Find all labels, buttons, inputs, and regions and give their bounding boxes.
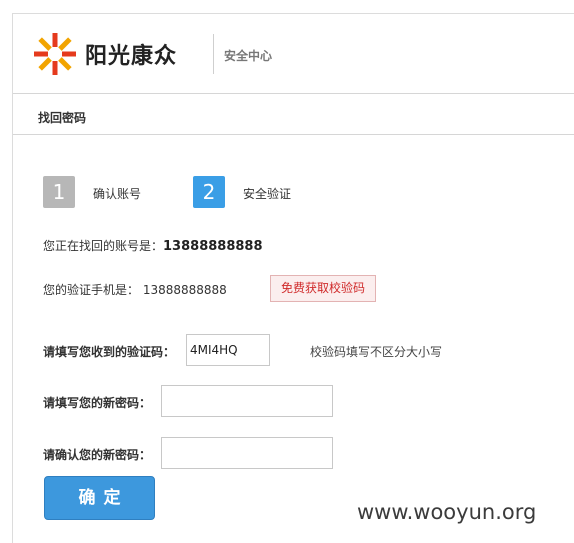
code-hint: 校验码填写不区分大小写: [310, 345, 443, 359]
get-sms-code-button[interactable]: 免费获取校验码: [270, 275, 376, 302]
page-frame: 阳光康众 安全中心 找回密码 1 确认账号 2 安全验证 您正在找回的账号是：1…: [12, 13, 574, 543]
brand-name: 阳光康众: [85, 44, 178, 69]
confirm-password-input[interactable]: [161, 437, 333, 469]
new-password-label: 请填写您的新密码：: [43, 396, 152, 410]
step-1-number: 1: [43, 176, 75, 208]
account-value: 13888888888: [163, 239, 263, 254]
header: 阳光康众 安全中心: [13, 14, 574, 94]
step-1-label: 确认账号: [93, 187, 142, 201]
confirm-button[interactable]: 确定: [44, 476, 155, 520]
new-password-input[interactable]: [161, 385, 333, 417]
account-prefix: 您正在找回的账号是：: [43, 239, 164, 253]
breadcrumb-bar: 找回密码: [13, 95, 574, 135]
header-subtitle: 安全中心: [224, 49, 273, 63]
watermark: www.wooyun.org: [357, 500, 537, 524]
breadcrumb: 找回密码: [38, 111, 87, 125]
verification-code-input[interactable]: 4MI4HQ: [186, 334, 270, 366]
code-label: 请填写您收到的验证码：: [43, 345, 176, 359]
header-divider: [213, 34, 214, 74]
phone-row: 您的验证手机是： 13888888888: [43, 283, 227, 297]
step-2-label: 安全验证: [243, 187, 292, 201]
step-2-number: 2: [193, 176, 225, 208]
confirm-password-label: 请确认您的新密码：: [43, 448, 152, 462]
account-row: 您正在找回的账号是：13888888888: [43, 237, 263, 254]
sunflower-logo-icon: [34, 33, 76, 75]
